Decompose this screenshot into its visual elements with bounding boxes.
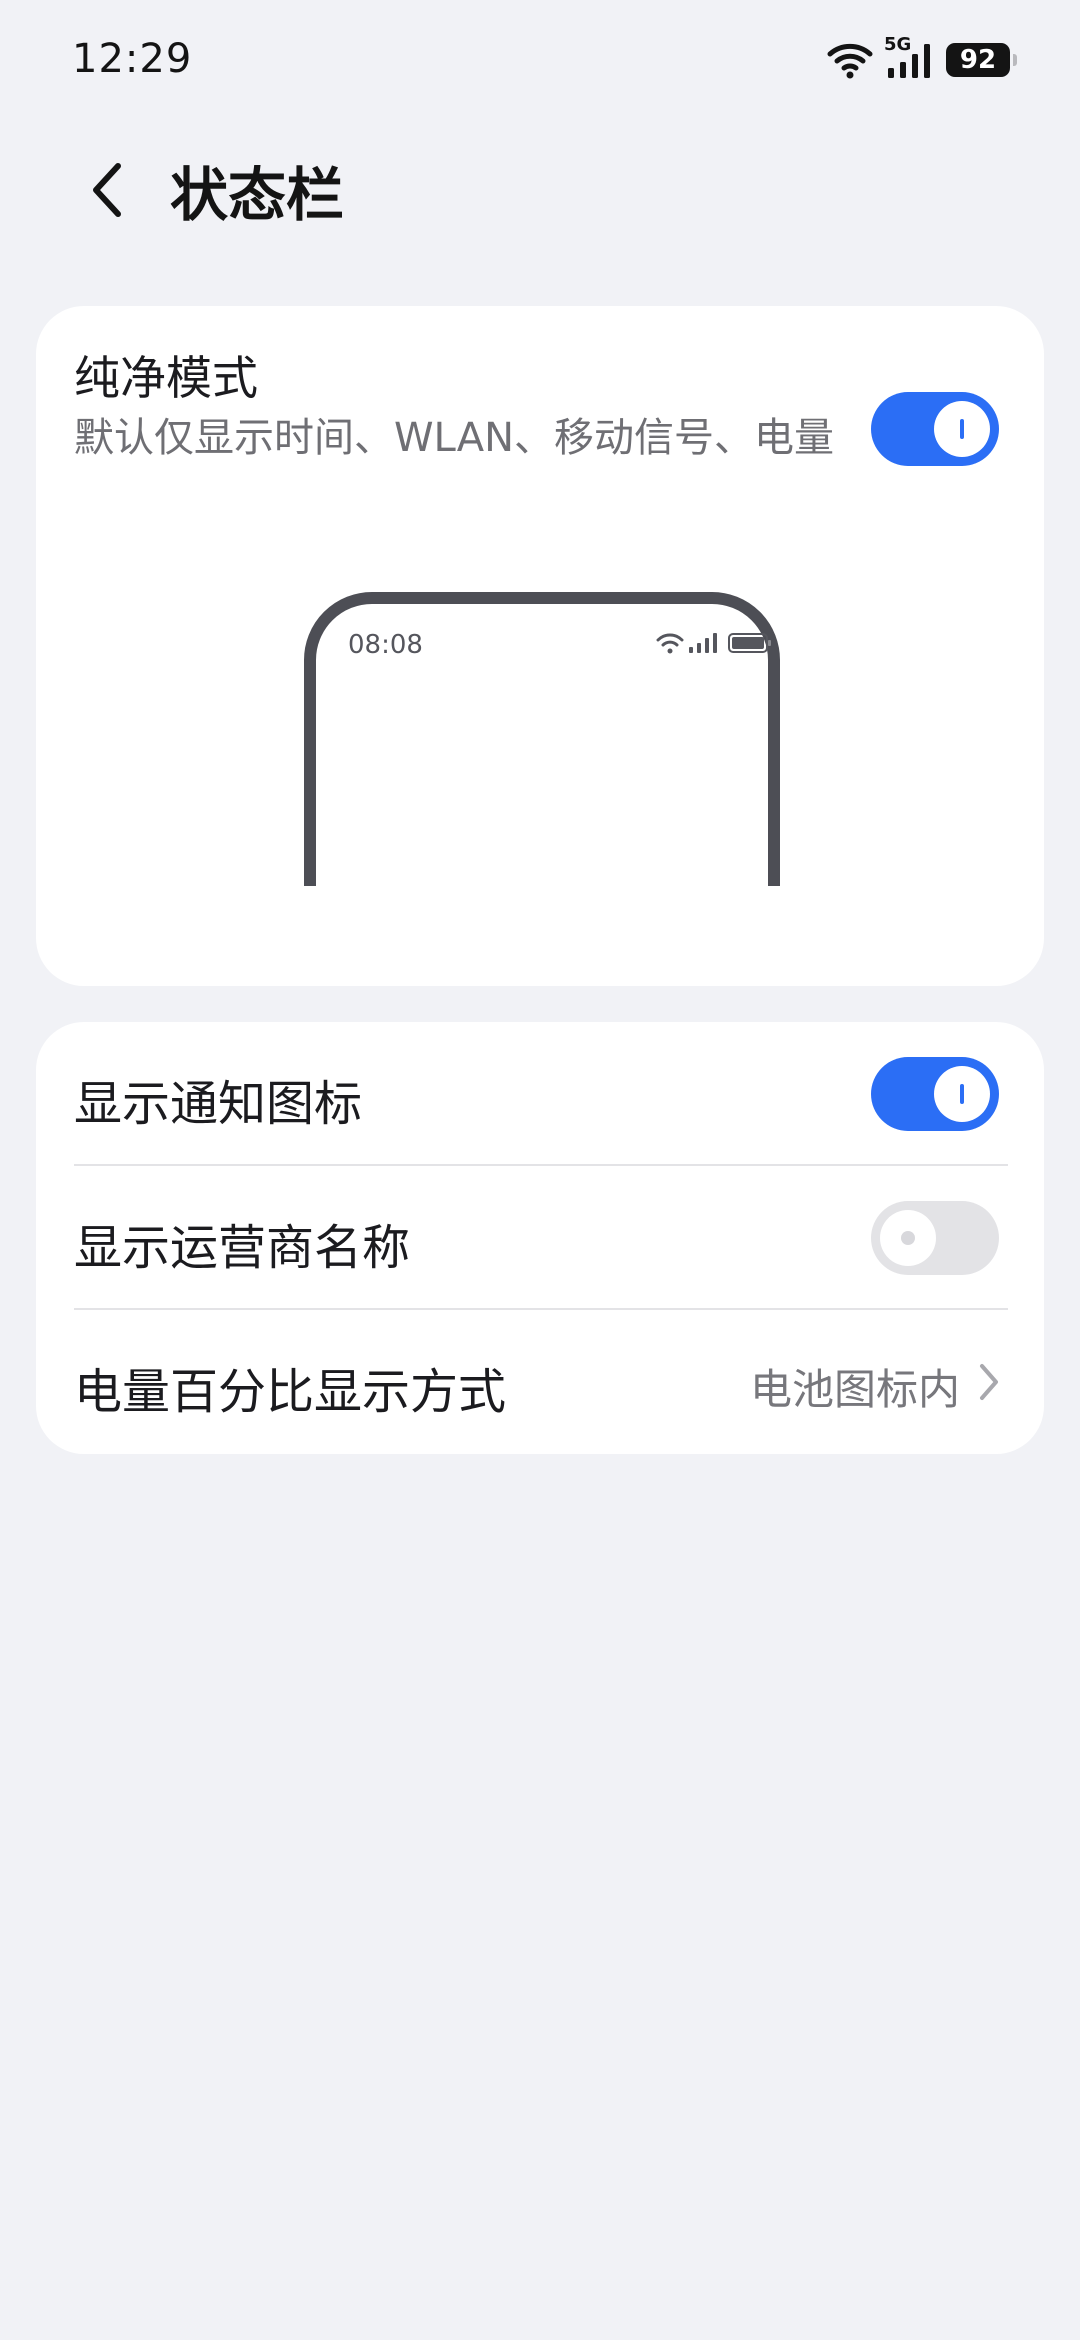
pure-mode-description: 默认仅显示时间、WLAN、移动信号、电量	[74, 415, 835, 461]
page-header: 状态栏	[0, 130, 1080, 250]
notification-icons-toggle[interactable]	[871, 1057, 999, 1131]
toggle-knob	[934, 401, 990, 457]
pure-mode-title: 纯净模式	[74, 351, 258, 405]
status-bar: 12:29 5G 92	[0, 0, 1080, 120]
wifi-icon	[827, 43, 873, 79]
preview-battery-icon	[728, 633, 771, 653]
phone-preview: 08:08	[304, 590, 780, 890]
battery-level: 92	[959, 45, 997, 75]
pure-mode-toggle[interactable]	[871, 392, 999, 466]
status-time: 12:29	[72, 36, 193, 82]
pure-mode-card: 纯净模式 默认仅显示时间、WLAN、移动信号、电量 08:08	[36, 306, 1044, 986]
notification-icons-label: 显示通知图标	[74, 1076, 363, 1132]
toggle-knob	[880, 1210, 936, 1266]
battery-percentage-label: 电量百分比显示方式	[74, 1364, 507, 1420]
toggle-knob	[934, 1066, 990, 1122]
chevron-right-icon	[980, 1364, 998, 1400]
settings-list-card: 显示通知图标 显示运营商名称 电量百分比显示方式 电池图标内	[36, 1022, 1044, 1454]
back-arrow-icon	[93, 163, 121, 217]
setting-row-battery-percentage[interactable]: 电量百分比显示方式 电池图标内	[36, 1310, 1044, 1454]
battery-icon: 92	[946, 43, 1017, 77]
signal-icon: 5G	[884, 34, 936, 82]
setting-row-notification-icons[interactable]: 显示通知图标	[36, 1022, 1044, 1166]
preview-signal-icon	[689, 633, 717, 653]
back-button[interactable]	[70, 152, 146, 228]
battery-percentage-value: 电池图标内	[749, 1365, 960, 1414]
carrier-name-toggle[interactable]	[871, 1201, 999, 1275]
preview-wifi-icon	[656, 633, 684, 654]
carrier-name-label: 显示运营商名称	[74, 1220, 411, 1276]
page-title: 状态栏	[170, 161, 345, 229]
preview-time: 08:08	[348, 630, 423, 660]
status-icons: 5G 92	[826, 34, 1017, 84]
setting-row-carrier-name[interactable]: 显示运营商名称	[36, 1166, 1044, 1310]
